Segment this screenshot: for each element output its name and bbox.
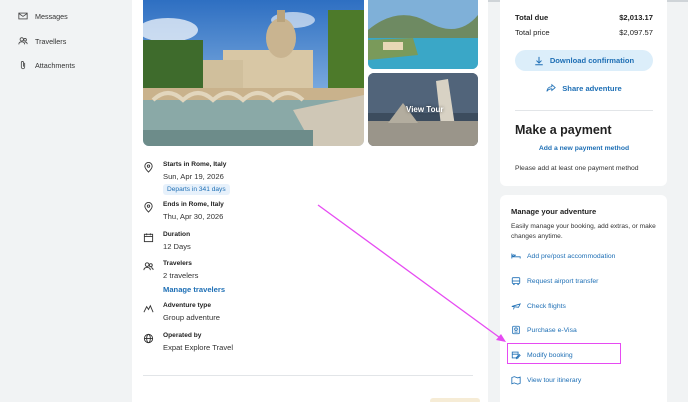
passport-icon (512, 325, 520, 335)
lake-photo[interactable] (368, 0, 478, 69)
location-pin-icon (144, 202, 153, 213)
rome-image (143, 0, 364, 146)
calendar-icon (143, 233, 154, 243)
detail-label: Starts in Rome, Italy (163, 161, 227, 168)
payment-summary-card: Total due $2,013.17 Total price $2,097.5… (500, 0, 667, 186)
total-price-label: Total price (515, 28, 550, 37)
sidebar-item-label: Travellers (35, 36, 67, 46)
total-due-label: Total due (515, 13, 549, 22)
users-icon (18, 37, 28, 45)
view-tour-thumbnail[interactable]: View Tour (368, 73, 478, 146)
location-pin-icon (144, 162, 153, 173)
sidebar: Messages Travellers Attachments (0, 0, 132, 402)
action-label: Request airport transfer (527, 277, 599, 285)
add-accommodation-link[interactable]: Add pre/post accommodation (511, 251, 615, 261)
download-icon (535, 56, 543, 65)
detail-label: Adventure type (163, 302, 211, 309)
sidebar-item-label: Messages (35, 11, 68, 21)
rome-photo[interactable] (143, 0, 364, 146)
total-price-row: Total price $2,097.57 (515, 28, 653, 37)
airport-transfer-link[interactable]: Request airport transfer (511, 276, 598, 286)
download-label: Download confirmation (549, 56, 635, 65)
envelope-icon (18, 12, 28, 20)
detail-end: Ends in Rome, Italy Thu, Apr 30, 2026 (143, 201, 224, 221)
detail-value: 12 Days (163, 242, 191, 251)
detail-travelers: Travelers 2 travelers Manage travelers (143, 260, 225, 294)
detail-label: Operated by (163, 332, 202, 339)
divider (143, 375, 473, 376)
view-tour-label: View Tour (406, 105, 444, 114)
view-itinerary-link[interactable]: View tour itinerary (511, 375, 581, 385)
check-flights-link[interactable]: Check flights (511, 301, 566, 311)
lake-image (368, 0, 478, 69)
detail-duration: Duration 12 Days (143, 231, 191, 251)
action-label: Purchase e-Visa (527, 326, 577, 334)
paperclip-icon (20, 61, 26, 70)
detail-value: Expat Explore Travel (163, 343, 234, 352)
trip-details-panel: View Tour Starts in Rome, Italy Sun, Apr… (132, 0, 488, 402)
total-due-value: $2,013.17 (619, 13, 653, 22)
share-adventure-button[interactable]: Share adventure (515, 80, 653, 96)
map-icon (511, 376, 521, 385)
action-label: Add pre/post accommodation (527, 252, 616, 260)
hiker-icon (143, 304, 154, 313)
detail-label: Duration (163, 231, 191, 238)
manage-travelers-link[interactable]: Manage travelers (163, 285, 225, 294)
action-label: View tour itinerary (527, 376, 582, 384)
total-price-value: $2,097.57 (619, 28, 653, 37)
sidebar-item-label: Attachments (35, 60, 75, 70)
departure-countdown-badge: Departs in 341 days (163, 184, 230, 195)
partial-chip (430, 398, 480, 402)
share-label: Share adventure (562, 83, 622, 93)
download-confirmation-button[interactable]: Download confirmation (515, 50, 653, 71)
sidebar-item-attachments[interactable]: Attachments (18, 60, 75, 70)
sidebar-item-travellers[interactable]: Travellers (18, 36, 66, 46)
globe-icon (143, 333, 154, 344)
sidebar-item-messages[interactable]: Messages (18, 11, 68, 21)
detail-start: Starts in Rome, Italy Sun, Apr 19, 2026 … (143, 161, 230, 195)
users-icon (143, 262, 154, 271)
payment-note: Please add at least one payment method (515, 165, 639, 172)
action-label: Check flights (527, 302, 566, 310)
purchase-evisa-link[interactable]: Purchase e-Visa (511, 325, 577, 335)
plane-icon (511, 303, 521, 310)
detail-value: 2 travelers (163, 271, 199, 280)
detail-value: Sun, Apr 19, 2026 (163, 172, 224, 181)
bus-icon (511, 277, 521, 286)
detail-value: Thu, Apr 30, 2026 (163, 212, 224, 221)
modify-booking-highlight (507, 343, 621, 364)
add-payment-method-link[interactable]: Add a new payment method (515, 145, 653, 152)
bed-icon (511, 253, 521, 259)
manage-description: Easily manage your booking, add extras, … (511, 223, 656, 240)
detail-operator: Operated by Expat Explore Travel (143, 332, 233, 352)
detail-value: Group adventure (163, 313, 220, 322)
share-icon (546, 83, 557, 92)
manage-heading: Manage your adventure (511, 207, 597, 216)
detail-label: Travelers (163, 260, 192, 267)
manage-adventure-card: Manage your adventure Easily manage your… (500, 195, 667, 402)
detail-label: Ends in Rome, Italy (163, 201, 224, 208)
divider (515, 110, 653, 111)
total-due-row: Total due $2,013.17 (515, 13, 653, 22)
payment-heading: Make a payment (515, 123, 612, 137)
detail-adventure-type: Adventure type Group adventure (143, 302, 220, 322)
